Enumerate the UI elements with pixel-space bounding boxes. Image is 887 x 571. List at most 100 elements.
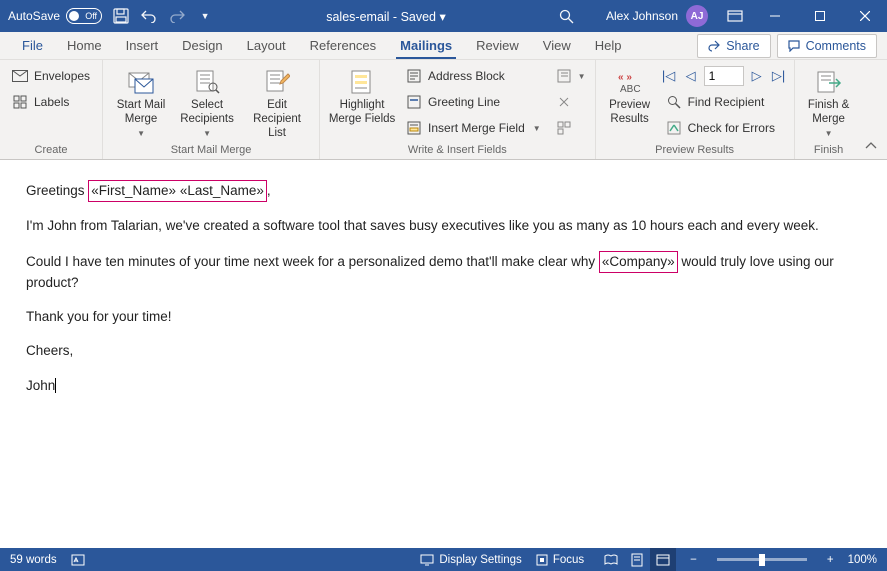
collapse-ribbon-button[interactable] (863, 137, 879, 153)
merge-field-first-last: «First_Name» «Last_Name» (88, 180, 267, 202)
edit-list-icon (262, 67, 292, 97)
zoom-in-button[interactable]: + (827, 554, 834, 566)
toggle-off-icon: Off (66, 8, 102, 24)
button-label: Find Recipient (688, 95, 765, 109)
group-preview-results: « »ABC Preview Results |◁ ◁ ▷ ▷| Find Re… (596, 60, 795, 159)
word-count[interactable]: 59 words (10, 554, 57, 566)
update-labels-button[interactable] (553, 117, 589, 139)
tab-help[interactable]: Help (583, 32, 634, 60)
spelling-status[interactable] (71, 553, 85, 567)
preview-results-button[interactable]: « »ABC Preview Results (602, 63, 658, 127)
merge-field-company: «Company» (599, 251, 678, 273)
web-layout-button[interactable] (650, 548, 676, 571)
redo-icon[interactable] (168, 7, 186, 25)
tab-file[interactable]: File (10, 32, 55, 60)
edit-recipient-list-button[interactable]: Edit Recipient List (241, 63, 313, 140)
last-record-button[interactable]: ▷| (770, 67, 788, 85)
tab-references[interactable]: References (298, 32, 388, 60)
prev-record-button[interactable]: ◁ (682, 67, 700, 85)
record-number-input[interactable] (704, 66, 744, 86)
tab-view[interactable]: View (531, 32, 583, 60)
doc-p5: Cheers, (26, 341, 861, 361)
first-record-button[interactable]: |◁ (660, 67, 678, 85)
labels-icon (12, 94, 28, 110)
document-body[interactable]: Greetings «First_Name» «Last_Name», I'm … (0, 160, 887, 548)
find-recipient-button[interactable]: Find Recipient (660, 91, 788, 113)
group-create: Envelopes Labels Create (0, 60, 103, 159)
address-block-button[interactable]: Address Block (400, 65, 547, 87)
svg-text:ABC: ABC (620, 84, 641, 94)
status-bar: 59 words Display Settings Focus − + 100% (0, 548, 887, 571)
save-icon[interactable] (112, 7, 130, 25)
record-nav: |◁ ◁ ▷ ▷| (660, 65, 788, 87)
tab-insert[interactable]: Insert (114, 32, 171, 60)
button-label: Select Recipients (180, 99, 234, 127)
greeting-line-button[interactable]: Greeting Line (400, 91, 547, 113)
spellcheck-icon (71, 553, 85, 567)
zoom-out-button[interactable]: − (690, 554, 697, 566)
ribbon-display-icon[interactable] (726, 7, 744, 25)
insert-merge-field-button[interactable]: Insert Merge Field ▼ (400, 117, 547, 139)
group-label: Preview Results (602, 142, 788, 159)
search-icon[interactable] (558, 7, 576, 25)
labels-button[interactable]: Labels (6, 91, 96, 113)
zoom-slider[interactable] (717, 558, 807, 561)
finish-icon (814, 67, 844, 97)
group-write-insert: Highlight Merge Fields Address Block Gre… (320, 60, 596, 159)
mail-merge-icon (126, 67, 156, 97)
match-icon (556, 94, 572, 110)
button-label: Insert Merge Field (428, 121, 525, 135)
check-icon (666, 120, 682, 136)
qat-dropdown-icon[interactable]: ▼ (196, 7, 214, 25)
button-label: Greeting Line (428, 95, 500, 109)
greeting-icon (406, 94, 422, 110)
doc-p4: Thank you for your time! (26, 307, 861, 327)
highlight-fields-button[interactable]: Highlight Merge Fields (326, 63, 398, 127)
tab-review[interactable]: Review (464, 32, 531, 60)
maximize-button[interactable] (797, 0, 842, 32)
rules-button[interactable]: ▼ (553, 65, 589, 87)
ribbon-tabs: File Home Insert Design Layout Reference… (0, 32, 887, 60)
select-recipients-button[interactable]: Select Recipients ▼ (175, 63, 239, 138)
read-mode-button[interactable] (598, 548, 624, 571)
tab-layout[interactable]: Layout (235, 32, 298, 60)
avatar[interactable]: AJ (686, 5, 708, 27)
focus-button[interactable]: Focus (536, 554, 584, 566)
ribbon: Envelopes Labels Create Start Mail Merge… (0, 60, 887, 160)
autosave-toggle[interactable]: AutoSave Off (8, 8, 102, 24)
next-record-button[interactable]: ▷ (748, 67, 766, 85)
group-start-mail-merge: Start Mail Merge ▼ Select Recipients ▼ E… (103, 60, 320, 159)
group-label: Start Mail Merge (109, 142, 313, 159)
doc-p6: John (26, 376, 861, 396)
close-button[interactable] (842, 0, 887, 32)
undo-icon[interactable] (140, 7, 158, 25)
finish-merge-button[interactable]: Finish & Merge ▼ (801, 63, 857, 138)
doc-p2: I'm John from Talarian, we've created a … (26, 216, 861, 236)
recipients-icon (192, 67, 222, 97)
group-label: Write & Insert Fields (326, 142, 589, 159)
group-label: Finish (801, 142, 857, 159)
comments-button[interactable]: Comments (777, 34, 877, 58)
check-errors-button[interactable]: Check for Errors (660, 117, 788, 139)
tab-design[interactable]: Design (170, 32, 234, 60)
svg-text:« »: « » (618, 72, 632, 83)
envelopes-button[interactable]: Envelopes (6, 65, 96, 87)
find-icon (666, 94, 682, 110)
zoom-level[interactable]: 100% (848, 554, 877, 566)
document-title: sales-email - Saved ▾ (326, 9, 446, 24)
view-buttons (598, 548, 676, 571)
tab-mailings[interactable]: Mailings (388, 32, 464, 60)
insert-field-icon (406, 120, 422, 136)
print-layout-button[interactable] (624, 548, 650, 571)
envelopes-label: Envelopes (34, 69, 90, 83)
display-settings-button[interactable]: Display Settings (420, 554, 521, 566)
minimize-button[interactable] (752, 0, 797, 32)
match-fields-button[interactable] (553, 91, 589, 113)
user-name[interactable]: Alex Johnson (606, 9, 678, 23)
rules-icon (556, 68, 572, 84)
start-mail-merge-button[interactable]: Start Mail Merge ▼ (109, 63, 173, 138)
highlight-icon (347, 67, 377, 97)
button-label: Finish & Merge (808, 99, 850, 127)
tab-home[interactable]: Home (55, 32, 114, 60)
share-button[interactable]: Share (697, 34, 770, 58)
